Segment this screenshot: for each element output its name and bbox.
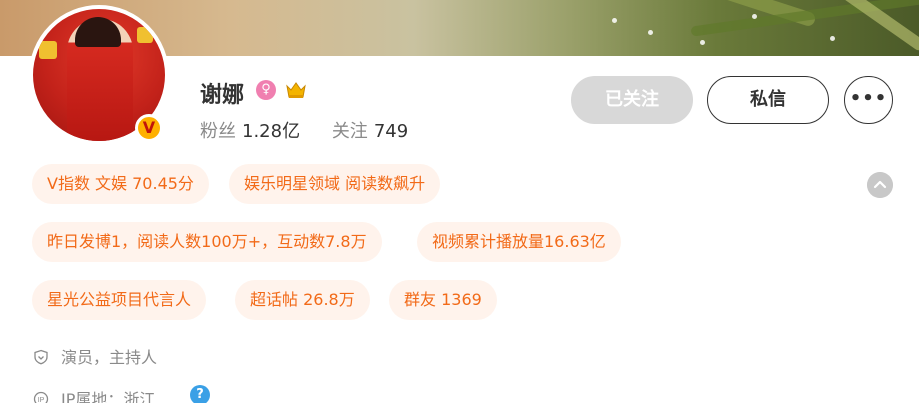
ip-location-row: IP IP属地：浙江: [33, 386, 155, 403]
tag-video-plays[interactable]: 视频累计播放量16.63亿: [417, 222, 621, 262]
fans-count[interactable]: 粉丝 1.28亿: [200, 121, 306, 142]
occupation-row: 演员，主持人: [33, 344, 157, 368]
svg-text:IP: IP: [38, 397, 45, 403]
chevron-up-icon[interactable]: [867, 172, 893, 198]
female-icon: ♀: [256, 80, 276, 100]
follow-value: 749: [373, 121, 409, 142]
verified-badge-icon: V: [135, 114, 163, 142]
tag-group-friends[interactable]: 群友 1369: [389, 280, 497, 320]
shield-icon: [34, 349, 48, 365]
message-button[interactable]: 私信: [707, 76, 829, 124]
profile-name: 谢娜: [200, 83, 245, 108]
ip-location-text: IP属地：浙江: [61, 390, 156, 403]
tag-v-index[interactable]: V指数 文娱 70.45分: [32, 164, 209, 204]
followed-button[interactable]: 已关注: [571, 76, 693, 124]
follow-count[interactable]: 关注 749: [332, 121, 408, 142]
fans-value: 1.28亿: [242, 121, 301, 142]
fans-label: 粉丝: [200, 121, 236, 142]
ip-icon: IP: [33, 391, 49, 403]
tag-super-topic[interactable]: 超话帖 26.8万: [235, 280, 370, 320]
tag-entertainment-field[interactable]: 娱乐明星领域 阅读数飙升: [229, 164, 441, 204]
help-icon[interactable]: ?: [190, 385, 210, 403]
crown-icon: [286, 82, 306, 98]
profile-stats: 粉丝 1.28亿 关注 749: [200, 117, 434, 143]
follow-label: 关注: [331, 121, 368, 142]
occupation-text: 演员，主持人: [61, 348, 158, 367]
tag-charity-ambassador[interactable]: 星光公益项目代言人: [32, 280, 207, 320]
tag-yesterday-posts[interactable]: 昨日发博1，阅读人数100万+，互动数7.8万: [32, 222, 382, 262]
more-options-button[interactable]: •••: [844, 76, 893, 124]
